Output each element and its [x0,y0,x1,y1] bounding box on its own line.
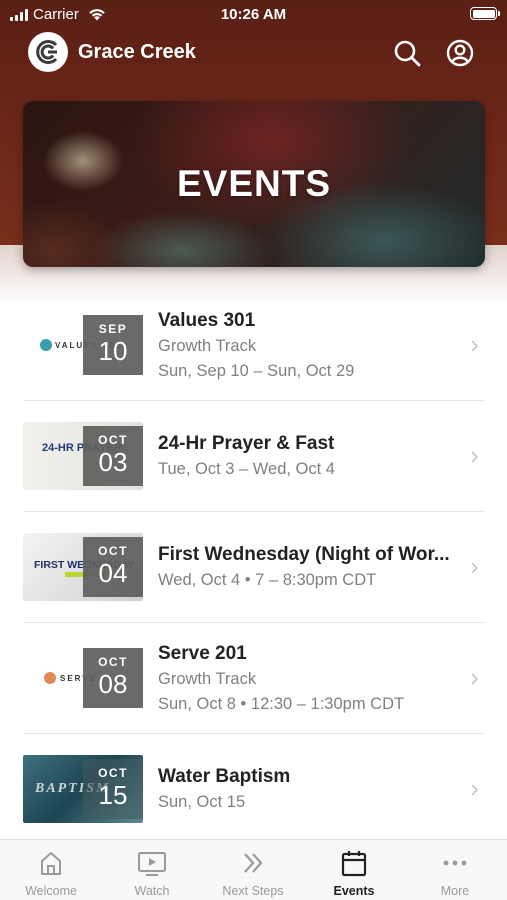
date-day: 08 [98,669,128,699]
event-row-serve-201[interactable]: SERVE 201 OCT 08 Serve 201 Growth Track … [0,623,507,734]
account-icon[interactable] [445,38,475,68]
chevron-right-icon [471,562,479,574]
dot-icon [40,339,52,351]
date-month: OCT [98,655,128,669]
tab-events[interactable]: Events [303,840,405,900]
event-subtitle: Sun, Oct 15 [158,793,246,811]
tab-label: More [440,884,470,898]
date-badge: OCT 08 [83,648,143,708]
logo-mark-icon [36,40,58,64]
tab-label: Events [333,884,375,898]
date-month: OCT [98,766,128,780]
calendar-icon [341,851,367,877]
search-icon[interactable] [392,38,422,68]
tab-label: Welcome [25,884,77,898]
date-badge: OCT 04 [83,537,143,597]
event-title: 24-Hr Prayer & Fast [158,433,335,454]
chevron-right-icon [471,784,479,796]
home-icon [41,852,61,875]
event-row-first-wednesday[interactable]: FIRST WEDNESDAY OCT 04 First Wednesday (… [0,512,507,623]
events-hero-banner: EVENTS [23,101,485,267]
app-title: Grace Creek [78,41,196,63]
date-day: 15 [98,780,128,810]
event-subtitle: Tue, Oct 3 – Wed, Oct 4 [158,460,335,478]
tab-next-steps[interactable]: Next Steps [202,840,304,900]
chevron-right-icon [471,673,479,685]
event-subtitle: Wed, Oct 4 • 7 – 8:30pm CDT [158,571,377,589]
date-month: SEP [98,322,128,336]
status-time: 10:26 AM [220,6,287,23]
event-subtitle: Growth Track [158,337,257,355]
dot-icon [44,672,56,684]
tab-welcome[interactable]: Welcome [0,840,102,900]
event-dates: Sun, Oct 8 • 12:30 – 1:30pm CDT [158,695,405,713]
tab-label: Next Steps [222,884,284,898]
hero-title: EVENTS [176,163,332,204]
app-bar: Grace Creek [0,30,507,76]
date-month: OCT [98,433,128,447]
tab-bar: Welcome Watch Next Steps Events More [0,839,507,900]
tab-label: Watch [134,884,170,898]
event-subtitle: Growth Track [158,670,257,688]
date-month: OCT [98,544,128,558]
tv-icon [138,852,166,876]
status-bar: Carrier 10:26 AM [0,0,507,28]
date-day: 04 [98,558,128,588]
tab-more[interactable]: More [404,840,506,900]
event-row-water-baptism[interactable]: BAPTISM OCT 15 Water Baptism Sun, Oct 15 [0,734,507,845]
grace-creek-logo[interactable] [28,32,68,72]
event-row-values-301[interactable]: VALUES 301 SEP 10 Values 301 Growth Trac… [0,290,507,401]
battery-icon [470,7,500,20]
event-title: Serve 201 [158,643,247,664]
event-title: Values 301 [158,310,256,331]
chevron-right-icon [471,340,479,352]
more-icon [443,860,467,866]
date-badge: SEP 10 [83,315,143,375]
date-day: 10 [98,336,128,366]
event-title: Water Baptism [158,766,291,787]
event-dates: Sun, Sep 10 – Sun, Oct 29 [158,362,355,380]
double-chevron-icon [244,853,263,873]
event-title: First Wednesday (Night of Wor... [158,544,450,565]
date-badge: OCT 15 [83,759,143,819]
event-row-24hr-prayer[interactable]: 24-HR PRAYER OCT 03 24-Hr Prayer & Fast … [0,401,507,512]
chevron-right-icon [471,451,479,463]
date-badge: OCT 03 [83,426,143,486]
date-day: 03 [98,447,128,477]
tab-watch[interactable]: Watch [101,840,203,900]
